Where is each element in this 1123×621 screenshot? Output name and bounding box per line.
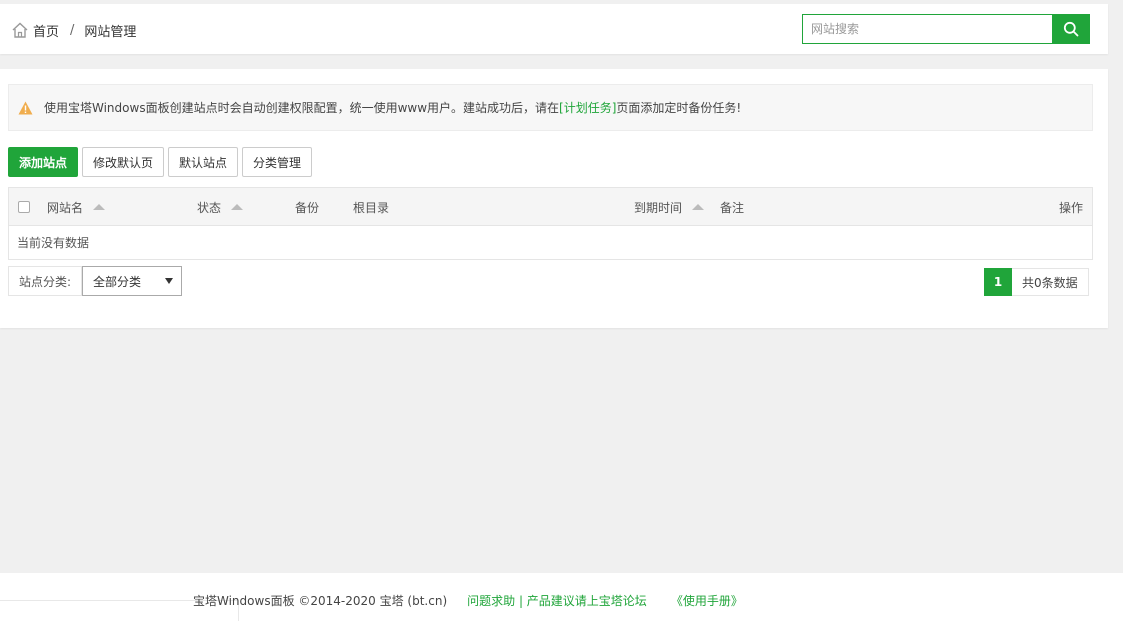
footer-manual-link[interactable]: 《使用手册》 xyxy=(671,592,743,609)
footer-content: 宝塔Windows面板 ©2014-2020 宝塔 (bt.cn) 问题求助 |… xyxy=(193,592,743,609)
search-icon xyxy=(1063,21,1079,37)
site-management-panel: 使用宝塔Windows面板创建站点时会自动创建权限配置，统一使用www用户。建站… xyxy=(0,69,1108,328)
alert-text-before: 使用宝塔Windows面板创建站点时会自动创建权限配置，统一使用www用户。建站… xyxy=(44,101,560,115)
dropdown-arrow-icon xyxy=(165,278,174,284)
breadcrumb-current: 网站管理 xyxy=(84,24,137,40)
sort-up-icon[interactable] xyxy=(93,204,106,210)
column-ops-label: 操作 xyxy=(1058,200,1083,215)
column-backup: 备份 xyxy=(295,188,319,226)
search-box xyxy=(802,14,1090,44)
page-total-count: 共0条数据 xyxy=(1012,268,1089,296)
breadcrumb-home[interactable]: 首页 xyxy=(33,21,59,40)
select-all-checkbox[interactable] xyxy=(18,201,30,213)
notice-alert: 使用宝塔Windows面板创建站点时会自动创建权限配置，统一使用www用户。建站… xyxy=(8,84,1093,131)
column-status[interactable]: 状态 xyxy=(197,188,244,226)
column-backup-label: 备份 xyxy=(295,200,320,215)
breadcrumb: 首页 / 网站管理 xyxy=(11,20,136,40)
add-site-button[interactable]: 添加站点 xyxy=(8,147,79,177)
column-root-label: 根目录 xyxy=(353,200,390,215)
category-select[interactable]: 全部分类 xyxy=(82,266,183,296)
sort-up-icon[interactable] xyxy=(692,204,705,210)
default-site-button[interactable]: 默认站点 xyxy=(168,147,239,177)
home-icon[interactable] xyxy=(11,21,29,39)
footer-copyright: 宝塔Windows面板 ©2014-2020 宝塔 (bt.cn) xyxy=(193,594,448,608)
warning-icon xyxy=(18,101,33,115)
column-name-label: 网站名 xyxy=(47,200,84,215)
column-status-label: 状态 xyxy=(197,200,222,215)
edit-default-page-button[interactable]: 修改默认页 xyxy=(82,147,165,177)
page-number-current[interactable]: 1 xyxy=(984,268,1012,296)
pagination: 1 共0条数据 xyxy=(984,268,1089,296)
column-expire-label: 到期时间 xyxy=(634,200,683,215)
search-input[interactable] xyxy=(802,14,1052,44)
table-header: 网站名 状态 备份 根目录 到期时间 备注 操作 xyxy=(9,188,1092,226)
footer-help-link[interactable]: 问题求助 | 产品建议请上宝塔论坛 xyxy=(467,592,647,609)
empty-text: 当前没有数据 xyxy=(17,236,90,250)
toolbar: 添加站点 修改默认页 默认站点 分类管理 xyxy=(8,147,313,177)
category-select-value: 全部分类 xyxy=(93,274,142,289)
column-root: 根目录 xyxy=(353,188,389,226)
search-button[interactable] xyxy=(1052,14,1090,44)
empty-row: 当前没有数据 xyxy=(9,226,1092,259)
select-all-cell xyxy=(18,188,30,226)
column-name[interactable]: 网站名 xyxy=(47,188,106,226)
column-note-label: 备注 xyxy=(720,200,745,215)
footer: 宝塔Windows面板 ©2014-2020 宝塔 (bt.cn) 问题求助 |… xyxy=(0,573,1123,621)
breadcrumb-separator: / xyxy=(70,22,75,38)
top-bar: 首页 / 网站管理 xyxy=(0,4,1108,54)
sort-up-icon[interactable] xyxy=(231,204,244,210)
filter-label: 站点分类: xyxy=(9,267,83,295)
category-manage-button[interactable]: 分类管理 xyxy=(242,147,313,177)
cron-task-link[interactable]: [计划任务] xyxy=(559,99,616,116)
column-ops: 操作 xyxy=(1059,188,1083,226)
sites-table: 网站名 状态 备份 根目录 到期时间 备注 操作 当前没有数据 xyxy=(8,187,1093,260)
column-note: 备注 xyxy=(720,188,744,226)
alert-text-after: 页面添加定时备份任务! xyxy=(616,101,742,115)
category-filter: 站点分类: 全部分类 xyxy=(8,266,183,296)
column-expire[interactable]: 到期时间 xyxy=(634,188,705,226)
